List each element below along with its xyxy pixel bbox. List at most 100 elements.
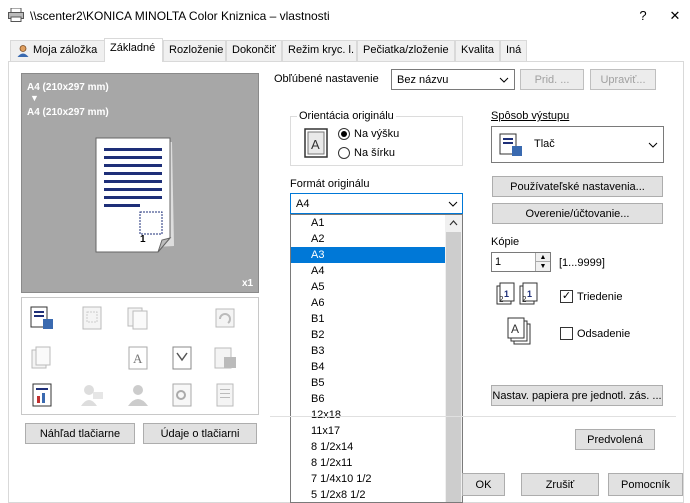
stack-pages-icon bbox=[31, 346, 51, 369]
tab-label: Režim kryc. l. bbox=[288, 44, 354, 56]
offset-label: Odsadenie bbox=[577, 327, 631, 340]
scrollbar-thumb[interactable] bbox=[446, 232, 461, 502]
tab-label: Moja záložka bbox=[33, 44, 98, 56]
print-output-icon bbox=[499, 133, 522, 156]
dropdown-option[interactable]: A1 bbox=[291, 215, 446, 231]
add-favorite-button[interactable]: Prid. ... bbox=[520, 69, 584, 90]
checkbox[interactable] bbox=[560, 327, 573, 340]
tab-finish[interactable]: Dokončiť bbox=[226, 40, 282, 61]
page-preview: A4 (210x297 mm) ▼ A4 (210x297 mm) 1 x1 bbox=[21, 73, 259, 293]
help-icon[interactable]: ? bbox=[628, 0, 658, 31]
dropdown-option[interactable]: 8 1/2x14 bbox=[291, 439, 446, 455]
tab-layout[interactable]: Rozloženie bbox=[163, 40, 226, 61]
close-icon[interactable]: ✕ bbox=[660, 0, 690, 31]
collate-checkbox[interactable]: ✓ Triedenie bbox=[560, 290, 622, 303]
tab-other[interactable]: Iná bbox=[500, 40, 527, 61]
dropdown-option[interactable]: B1 bbox=[291, 311, 446, 327]
portrait-radio[interactable]: Na výšku bbox=[338, 128, 399, 140]
tab-basic[interactable]: Základné bbox=[104, 38, 163, 62]
chevron-down-icon bbox=[648, 142, 658, 148]
printer-icon bbox=[8, 8, 24, 22]
collate-label: Triedenie bbox=[577, 290, 623, 303]
dropdown-option[interactable]: 5 1/2x8 1/2 bbox=[291, 487, 446, 502]
paper-per-tray-button[interactable]: Nastav. papiera pre jednotl. zás. ... bbox=[491, 385, 663, 406]
dropdown-option[interactable]: 12x18 bbox=[291, 407, 446, 423]
radio-button[interactable] bbox=[338, 128, 350, 140]
dropdown-option[interactable]: 11x17 bbox=[291, 423, 446, 439]
edit-favorite-button[interactable]: Upraviť... bbox=[590, 69, 656, 90]
settings-page-icon bbox=[172, 383, 192, 407]
tab-my-tab[interactable]: Moja záložka bbox=[10, 40, 105, 61]
dropdown-option[interactable]: A5 bbox=[291, 279, 446, 295]
list-icon bbox=[216, 383, 234, 407]
tab-label: Kvalita bbox=[461, 44, 495, 56]
window-title: \\scenter2\KONICA MINOLTA Color Kniznica… bbox=[30, 9, 330, 23]
tab-label: Základné bbox=[110, 42, 156, 54]
tab-stamp[interactable]: Pečiatka/zloženie bbox=[357, 40, 455, 61]
copies-stepper[interactable]: 1 ▲ ▼ bbox=[491, 252, 551, 272]
favorites-select[interactable]: Bez názvu bbox=[391, 69, 515, 90]
checkbox[interactable]: ✓ bbox=[560, 290, 573, 303]
offset-icon: A bbox=[507, 317, 531, 345]
help-button[interactable]: Pomocník bbox=[608, 473, 683, 496]
dropdown-option[interactable]: 7 1/4x10 1/2 bbox=[291, 471, 446, 487]
output-method-select[interactable]: Tlač bbox=[491, 126, 664, 163]
copies-value: 1 bbox=[495, 256, 502, 268]
copy-count: x1 bbox=[242, 278, 254, 289]
copies-label: Kópie bbox=[491, 236, 520, 248]
user-icon bbox=[17, 45, 29, 57]
paper-format-dropdown-list[interactable]: A1 A2 A3 A4 A5 A6 B1 B2 B3 B4 B5 B6 12x18 11x17 8 1/2x… bbox=[290, 214, 463, 503]
portrait-page-icon: A bbox=[304, 128, 328, 158]
form-icon bbox=[172, 346, 192, 370]
tab-quality[interactable]: Kvalita bbox=[455, 40, 500, 61]
tab-label: Rozloženie bbox=[169, 44, 224, 56]
user-settings-button[interactable]: Používateľské nastavenia... bbox=[492, 176, 663, 197]
paper-format-select[interactable]: A4 bbox=[290, 193, 463, 214]
printer-info-button[interactable]: Údaje o tlačiarni bbox=[143, 423, 257, 444]
arrow-down-icon: ▼ bbox=[30, 93, 39, 103]
dropdown-option[interactable]: A6 bbox=[291, 295, 446, 311]
dropdown-option[interactable]: B2 bbox=[291, 327, 446, 343]
title-bar: \\scenter2\KONICA MINOLTA Color Kniznica… bbox=[0, 0, 690, 31]
paper-format-label: Formát originálu bbox=[290, 178, 370, 190]
text-page-icon: A bbox=[128, 346, 148, 370]
dropdown-option[interactable]: A3 bbox=[291, 247, 446, 263]
favorites-label: Obľúbené nastavenie bbox=[274, 73, 379, 85]
radio-button[interactable] bbox=[338, 147, 350, 159]
print-output-icon[interactable] bbox=[29, 305, 55, 331]
spin-up-icon[interactable]: ▲ bbox=[535, 253, 550, 262]
dropdown-option[interactable]: B6 bbox=[291, 391, 446, 407]
dropdown-option[interactable]: B3 bbox=[291, 343, 446, 359]
tab-label: Iná bbox=[506, 44, 522, 56]
divider bbox=[270, 416, 676, 417]
rotate-page-icon bbox=[215, 308, 235, 328]
tab-label: Dokončiť bbox=[232, 44, 276, 56]
dropdown-option[interactable]: B5 bbox=[291, 375, 446, 391]
dropdown-option[interactable]: A4 bbox=[291, 263, 446, 279]
landscape-radio[interactable]: Na šírku bbox=[338, 147, 395, 159]
dropdown-option[interactable]: A2 bbox=[291, 231, 446, 247]
svg-text:1: 1 bbox=[527, 289, 532, 299]
spin-down-icon[interactable]: ▼ bbox=[535, 262, 550, 271]
offset-checkbox[interactable]: Odsadenie bbox=[560, 327, 630, 340]
dropdown-option[interactable]: 8 1/2x11 bbox=[291, 455, 446, 471]
chevron-down-icon bbox=[499, 77, 509, 83]
user-auth-icon bbox=[81, 385, 103, 406]
default-button[interactable]: Predvolená bbox=[575, 429, 655, 450]
print-preview-button[interactable]: Náhľad tlačiarne bbox=[25, 423, 135, 444]
chevron-up-icon[interactable] bbox=[449, 220, 458, 226]
dropdown-option[interactable]: B4 bbox=[291, 359, 446, 375]
copies-range: [1...9999] bbox=[559, 257, 605, 269]
tab-cover-mode[interactable]: Režim kryc. l. bbox=[282, 40, 357, 61]
tab-label: Pečiatka/zloženie bbox=[363, 44, 449, 56]
report-icon bbox=[32, 383, 52, 407]
document-copy-icon bbox=[127, 307, 148, 330]
svg-text:A: A bbox=[511, 322, 519, 336]
output-size-label: A4 (210x297 mm) bbox=[27, 107, 109, 118]
function-icons-panel: A bbox=[21, 297, 259, 415]
svg-text:A: A bbox=[133, 351, 143, 366]
verification-button[interactable]: Overenie/účtovanie... bbox=[492, 203, 663, 224]
ok-button[interactable]: OK bbox=[462, 473, 505, 496]
cancel-button[interactable]: Zrušiť bbox=[521, 473, 599, 496]
scrollbar[interactable] bbox=[445, 215, 462, 502]
